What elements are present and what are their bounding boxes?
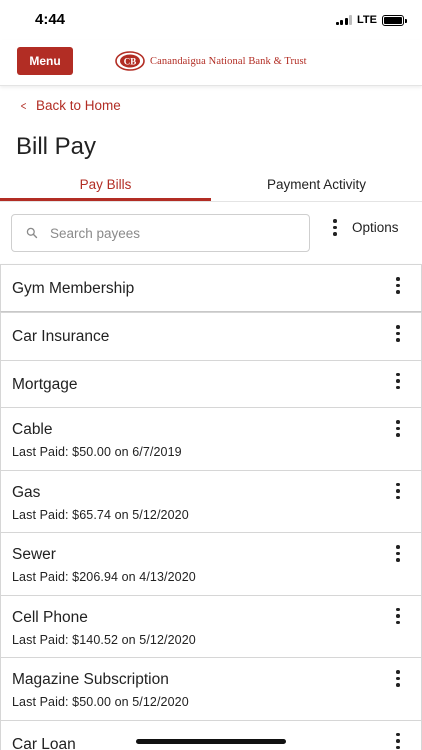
battery-icon (382, 14, 407, 26)
more-vertical-icon (332, 219, 338, 236)
bank-name: Canandaigua National Bank & Trust (150, 55, 307, 67)
more-vertical-icon[interactable] (395, 545, 401, 562)
network-type: LTE (357, 14, 377, 26)
search-icon (26, 227, 38, 239)
status-indicators: LTE (335, 14, 407, 26)
signal-icon (335, 15, 353, 25)
last-paid-text: Last Paid: $206.94 on 4/13/2020 (12, 570, 196, 584)
list-item[interactable]: Magazine Subscription Last Paid: $50.00 … (0, 657, 422, 720)
page-title: Bill Pay (16, 133, 97, 160)
more-vertical-icon[interactable] (395, 277, 401, 294)
list-item[interactable]: Mortgage (0, 359, 422, 407)
menu-button[interactable]: Menu (17, 47, 73, 75)
list-item[interactable]: Gym Membership (0, 264, 422, 312)
payee-name: Gas (12, 483, 41, 501)
tab-pay-bills[interactable]: Pay Bills (0, 168, 211, 201)
tab-payment-activity[interactable]: Payment Activity (211, 168, 422, 201)
tab-bar: Pay Bills Payment Activity (0, 168, 422, 202)
more-vertical-icon[interactable] (395, 482, 401, 499)
search-box[interactable] (11, 214, 310, 252)
back-label: Back to Home (36, 98, 121, 113)
status-time: 4:44 (35, 11, 66, 28)
payee-name: Gym Membership (12, 280, 135, 297)
svg-text:CB: CB (124, 57, 137, 67)
last-paid-text: Last Paid: $50.00 on 5/12/2020 (12, 695, 189, 709)
payee-name: Magazine Subscription (12, 671, 169, 688)
payee-name: Mortgage (12, 375, 78, 393)
list-item[interactable]: Car Loan (0, 719, 422, 750)
more-vertical-icon[interactable] (395, 670, 401, 687)
list-item[interactable]: Sewer Last Paid: $206.94 on 4/13/2020 (0, 532, 422, 595)
more-vertical-icon[interactable] (395, 607, 401, 624)
more-vertical-icon[interactable] (395, 732, 401, 749)
more-vertical-icon[interactable] (395, 325, 401, 342)
list-item[interactable]: Cable Last Paid: $50.00 on 6/7/2019 (0, 407, 422, 470)
last-paid-text: Last Paid: $50.00 on 6/7/2019 (12, 445, 182, 459)
app-header: Menu CB Canandaigua National Bank & Trus… (0, 40, 422, 86)
more-vertical-icon[interactable] (395, 372, 401, 389)
last-paid-text: Last Paid: $140.52 on 5/12/2020 (12, 632, 196, 647)
payee-name: Car Loan (12, 735, 76, 750)
search-input[interactable] (50, 225, 280, 241)
payee-name: Cell Phone (12, 608, 88, 626)
more-vertical-icon[interactable] (395, 420, 401, 437)
list-item[interactable]: Cell Phone Last Paid: $140.52 on 5/12/20… (0, 594, 422, 657)
last-paid-text: Last Paid: $65.74 on 5/12/2020 (12, 507, 189, 522)
bank-logo: CB Canandaigua National Bank & Trust (115, 51, 307, 71)
back-to-home-link[interactable]: < Back to Home (20, 98, 121, 113)
options-button[interactable]: Options (332, 219, 399, 236)
payee-name: Sewer (12, 546, 56, 563)
chevron-left-icon: < (20, 98, 27, 113)
list-item[interactable]: Gas Last Paid: $65.74 on 5/12/2020 (0, 469, 422, 532)
payee-name: Car Insurance (12, 328, 110, 345)
options-label: Options (352, 219, 399, 235)
payee-name: Cable (12, 421, 53, 438)
bank-logo-icon: CB (115, 51, 145, 71)
status-bar: 4:44 LTE (0, 0, 422, 40)
home-indicator[interactable] (136, 739, 286, 744)
payee-list: Gym Membership Car Insurance Mortgage Ca… (0, 264, 422, 750)
list-item[interactable]: Car Insurance (0, 312, 422, 360)
